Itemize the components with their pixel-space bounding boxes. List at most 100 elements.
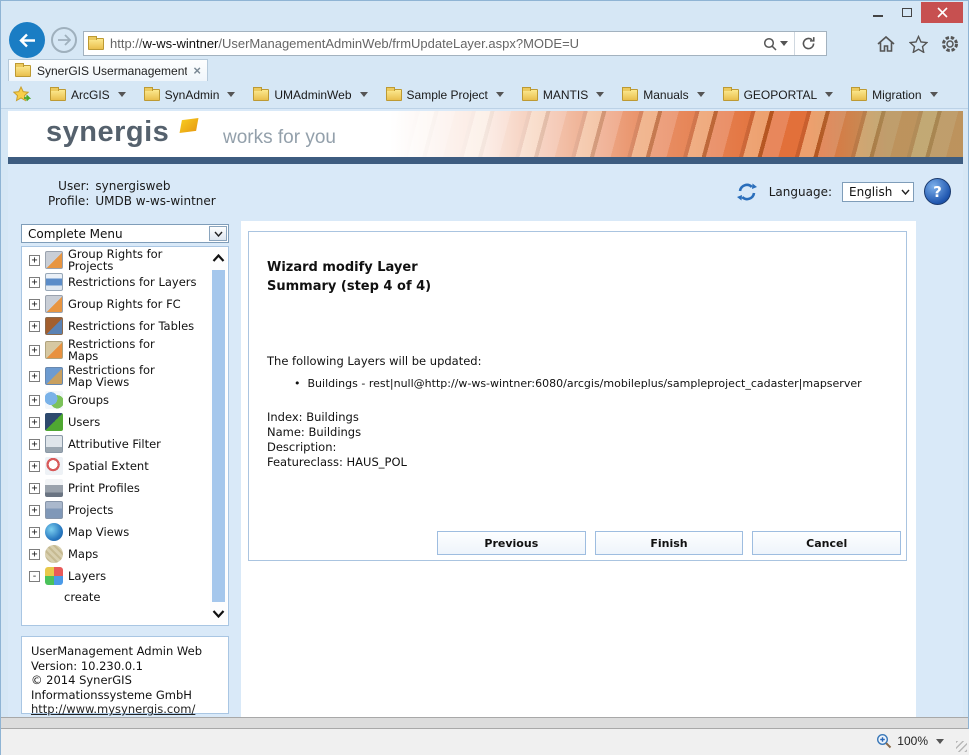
resize-grip[interactable] [956, 741, 967, 752]
favorites-item-sample-project[interactable]: Sample Project [385, 86, 504, 102]
tree-item-maps[interactable]: + Maps [22, 543, 209, 565]
expand-icon[interactable]: + [29, 504, 40, 516]
cancel-button[interactable]: Cancel [752, 531, 902, 555]
user-label: User: [58, 179, 90, 193]
folder-icon [143, 86, 160, 101]
scroll-down-button[interactable] [210, 604, 227, 624]
refresh-button[interactable] [794, 32, 822, 55]
about-link[interactable]: http://www.mysynergis.com/ [31, 702, 195, 716]
tree-item-group-rights-for-projects[interactable]: + Group Rights for Projects [22, 248, 209, 272]
tree-item-restrictions-for-tables[interactable]: + Restrictions for Tables [22, 315, 209, 337]
maximize-button[interactable] [892, 2, 921, 23]
chevron-down-icon [359, 92, 368, 97]
tree-item-restrictions-for-map-views[interactable]: + Restrictions for Map Views [22, 363, 209, 389]
wizard-title: Wizard modify Layer [267, 260, 418, 275]
wizard-title-block: Wizard modify Layer Summary (step 4 of 4… [249, 232, 906, 296]
expand-icon[interactable]: + [29, 482, 40, 494]
home-button[interactable] [874, 32, 898, 56]
tree-item-label: Print Profiles [68, 481, 140, 495]
folder-icon [50, 86, 66, 101]
tree-item-restrictions-for-layers[interactable]: + Restrictions for Layers [22, 271, 209, 293]
help-button[interactable]: ? [924, 178, 951, 205]
collapse-icon[interactable]: - [29, 570, 40, 582]
expand-icon[interactable]: + [29, 370, 40, 382]
back-button[interactable] [9, 22, 45, 58]
tree-item-print-profiles[interactable]: + Print Profiles [22, 477, 209, 499]
expand-icon[interactable]: + [29, 438, 40, 450]
favorites-item-label: UMAdminWeb [274, 87, 352, 102]
tree-item-attributive-filter[interactable]: + Attributive Filter [22, 433, 209, 455]
lock-user-icon [45, 251, 63, 269]
wizard-intro: The following Layers will be updated: [267, 354, 482, 368]
expand-icon[interactable]: + [29, 276, 40, 288]
favorites-bar: ArcGIS SynAdmin UMAdminWeb Sample Projec… [1, 81, 968, 109]
tree-item-label: Users [68, 415, 101, 429]
tree-items: + Group Rights for Projects + Restrictions… [22, 248, 209, 607]
settings-button[interactable] [938, 32, 962, 56]
tree-item-map-views[interactable]: + Map Views [22, 521, 209, 543]
finish-button[interactable]: Finish [594, 531, 744, 555]
tree-item-groups[interactable]: + Groups [22, 389, 209, 411]
chevron-down-icon [227, 92, 236, 97]
horizontal-scrollbar[interactable] [1, 717, 968, 729]
scroll-up-button[interactable] [210, 248, 227, 268]
about-version: Version: 10.230.0.1 [31, 658, 144, 673]
site-favicon [88, 35, 104, 50]
tab-close-icon[interactable]: × [193, 64, 201, 77]
favorites-item-mantis[interactable]: MANTIS [521, 86, 605, 102]
tree-scrollbar[interactable] [210, 248, 227, 624]
tree-item-group-rights-for-fc[interactable]: + Group Rights for FC [22, 293, 209, 315]
tree-item-label: Restrictions for Tables [68, 319, 195, 333]
tree-item-users[interactable]: + Users [22, 411, 209, 433]
reload-language-icon[interactable] [735, 180, 759, 204]
tree-item-create[interactable]: create [22, 587, 209, 607]
window-controls [863, 2, 963, 23]
tree-item-label: Restrictions for Map Views [68, 363, 155, 389]
favorites-item-migration[interactable]: Migration [851, 86, 938, 102]
tab-title: SynerGIS Usermanagement ... [37, 63, 188, 78]
expand-icon[interactable]: + [29, 526, 40, 538]
wizard-buttons: Previous Finish Cancel [437, 531, 902, 555]
expand-icon[interactable]: + [29, 416, 40, 428]
expand-icon[interactable]: + [29, 344, 40, 356]
favorites-button[interactable] [906, 32, 930, 56]
favorites-item-umadminweb[interactable]: UMAdminWeb [253, 86, 368, 102]
tree-item-spatial-extent[interactable]: + Spatial Extent [22, 455, 209, 477]
tree-item-restrictions-for-maps[interactable]: + Restrictions for Maps [22, 337, 209, 363]
tab-synergis-usermanagement[interactable]: SynerGIS Usermanagement ... × [8, 59, 208, 81]
favorites-item-manuals[interactable]: Manuals [622, 86, 705, 102]
expand-icon[interactable]: + [29, 254, 40, 266]
menu-filter-select[interactable]: Complete Menu [21, 224, 229, 243]
close-button[interactable] [921, 2, 963, 23]
layer-list-item: • Buildings - rest|null@http://w-ws-wint… [294, 377, 906, 390]
wizard-panel: Wizard modify Layer Summary (step 4 of 4… [248, 231, 907, 561]
tree-item-projects[interactable]: + Projects [22, 499, 209, 521]
favorites-item-synadmin[interactable]: SynAdmin [143, 86, 236, 102]
wizard-subtitle: Summary (step 4 of 4) [267, 279, 432, 294]
zoom-control[interactable]: 100% [876, 733, 944, 749]
favorites-item-arcgis[interactable]: ArcGIS [50, 86, 126, 102]
expand-icon[interactable]: + [29, 394, 40, 406]
expand-icon[interactable]: + [29, 460, 40, 472]
favorites-item-label: Sample Project [406, 87, 488, 102]
favorites-item-geoportal[interactable]: GEOPORTAL [722, 86, 834, 102]
language-select[interactable]: English [842, 181, 914, 202]
search-button[interactable] [757, 32, 794, 55]
tree-item-label: Map Views [68, 525, 130, 539]
layers-icon [45, 567, 63, 585]
tree-item-layers[interactable]: - Layers [22, 565, 209, 587]
add-favorite-icon[interactable] [13, 86, 32, 103]
url-scheme: http:// [110, 36, 143, 51]
logo-swoosh-icon [179, 117, 199, 134]
favorites-item-label: MANTIS [542, 87, 589, 102]
expand-icon[interactable]: + [29, 298, 40, 310]
previous-button[interactable]: Previous [437, 531, 586, 555]
minimize-button[interactable] [863, 2, 892, 23]
address-bar[interactable]: http://w-ws-wintner/UserManagementAdminW… [83, 31, 827, 56]
forward-button[interactable] [51, 27, 77, 53]
help-icon: ? [933, 182, 942, 201]
scrollbar-thumb[interactable] [212, 270, 225, 602]
expand-icon[interactable]: + [29, 548, 40, 560]
expand-icon[interactable]: + [29, 320, 40, 332]
chevron-down-icon [696, 92, 705, 97]
